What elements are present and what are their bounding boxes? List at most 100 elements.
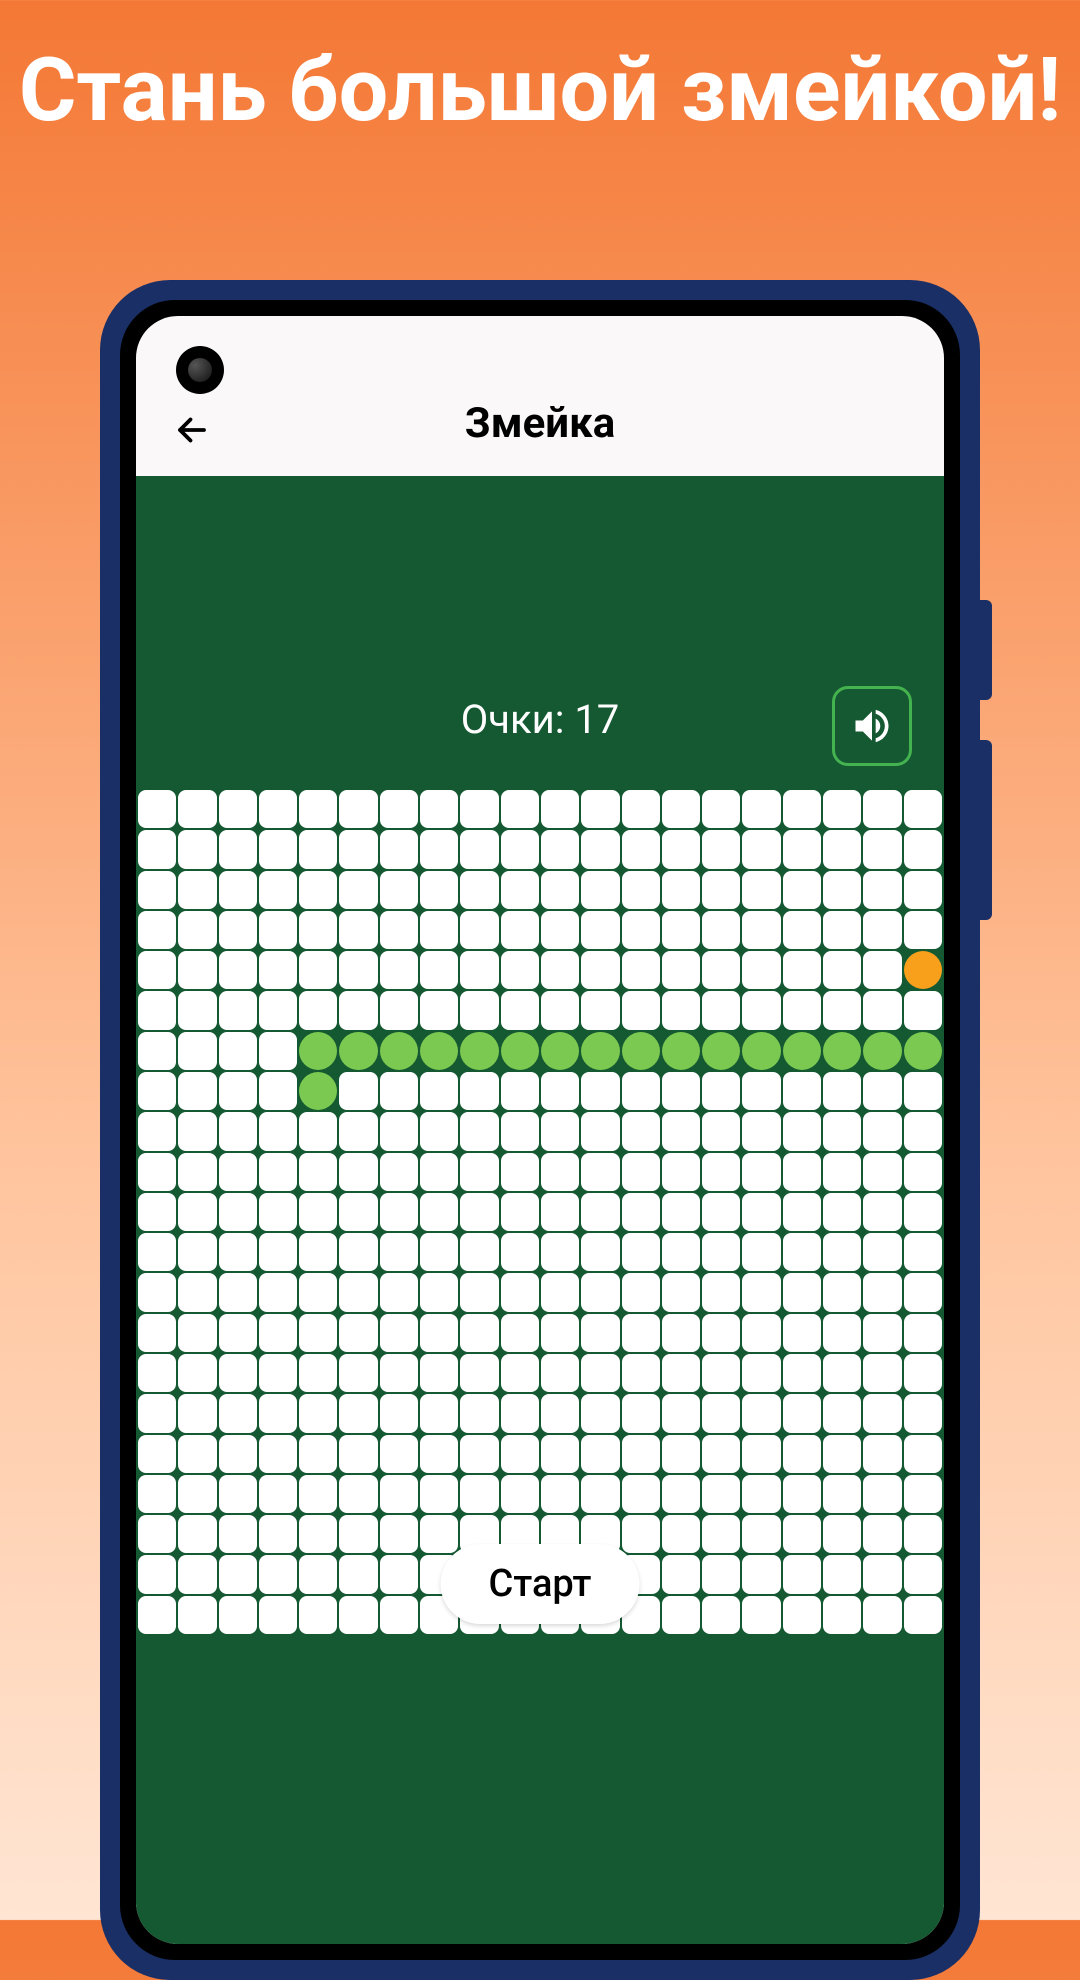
score-value: 17 bbox=[574, 696, 619, 743]
snake-segment bbox=[460, 1032, 498, 1070]
grid-cell bbox=[783, 1072, 821, 1110]
grid-cell bbox=[823, 790, 861, 828]
grid-cell bbox=[460, 951, 498, 989]
game-grid[interactable] bbox=[136, 788, 944, 1636]
grid-cell bbox=[783, 1596, 821, 1634]
grid-cell bbox=[501, 1394, 539, 1432]
grid-cell bbox=[219, 1153, 257, 1191]
back-button[interactable] bbox=[168, 406, 216, 454]
grid-cell bbox=[622, 1435, 660, 1473]
grid-cell bbox=[380, 1314, 418, 1352]
grid-cell bbox=[339, 1233, 377, 1271]
grid-cell bbox=[178, 1596, 216, 1634]
grid-cell bbox=[299, 1112, 337, 1150]
grid-cell bbox=[541, 951, 579, 989]
grid-cell bbox=[380, 1555, 418, 1593]
grid-cell bbox=[178, 911, 216, 949]
grid-cell bbox=[299, 1273, 337, 1311]
snake-segment bbox=[742, 1032, 780, 1070]
grid-cell bbox=[219, 790, 257, 828]
grid-cell bbox=[299, 1515, 337, 1553]
grid-cell bbox=[823, 871, 861, 909]
grid-cell bbox=[823, 991, 861, 1029]
grid-cell bbox=[178, 830, 216, 868]
grid-cell bbox=[299, 1475, 337, 1513]
promo-headline: Стань большой змейкой! bbox=[0, 0, 1080, 171]
grid-cell bbox=[581, 1193, 619, 1231]
grid-cell bbox=[904, 1193, 942, 1231]
grid-cell bbox=[823, 911, 861, 949]
game-area[interactable]: Очки: 17 Старт bbox=[136, 476, 944, 1944]
snake-segment bbox=[702, 1032, 740, 1070]
grid-cell bbox=[178, 871, 216, 909]
grid-cell bbox=[138, 830, 176, 868]
grid-cell bbox=[823, 1354, 861, 1392]
grid-cell bbox=[299, 871, 337, 909]
grid-cell bbox=[662, 790, 700, 828]
grid-cell bbox=[339, 1193, 377, 1231]
grid-cell bbox=[420, 1475, 458, 1513]
grid-cell bbox=[299, 1153, 337, 1191]
grid-cell bbox=[339, 1394, 377, 1432]
sound-toggle-button[interactable] bbox=[832, 686, 912, 766]
grid-cell bbox=[541, 830, 579, 868]
grid-cell bbox=[662, 1273, 700, 1311]
grid-cell bbox=[380, 1596, 418, 1634]
grid-cell bbox=[783, 1515, 821, 1553]
grid-cell bbox=[501, 1072, 539, 1110]
grid-cell bbox=[259, 1112, 297, 1150]
grid-cell bbox=[904, 1596, 942, 1634]
grid-cell bbox=[662, 1515, 700, 1553]
grid-cell bbox=[823, 1233, 861, 1271]
grid-cell bbox=[259, 1475, 297, 1513]
grid-cell bbox=[299, 1596, 337, 1634]
grid-cell bbox=[702, 1314, 740, 1352]
grid-cell bbox=[219, 951, 257, 989]
grid-cell bbox=[863, 871, 901, 909]
grid-cell bbox=[178, 1032, 216, 1070]
grid-cell bbox=[138, 1273, 176, 1311]
grid-cell bbox=[339, 830, 377, 868]
start-button[interactable]: Старт bbox=[441, 1544, 640, 1624]
grid-cell bbox=[783, 951, 821, 989]
grid-cell bbox=[863, 1435, 901, 1473]
food-dot bbox=[904, 951, 942, 989]
grid-cell bbox=[339, 1354, 377, 1392]
grid-cell bbox=[622, 1273, 660, 1311]
grid-cell bbox=[420, 790, 458, 828]
grid-cell bbox=[742, 1153, 780, 1191]
grid-cell bbox=[178, 1475, 216, 1513]
grid-cell bbox=[742, 1435, 780, 1473]
snake-segment bbox=[622, 1032, 660, 1070]
grid-cell bbox=[742, 1072, 780, 1110]
grid-cell bbox=[742, 1515, 780, 1553]
grid-cell bbox=[460, 1354, 498, 1392]
grid-cell bbox=[742, 830, 780, 868]
grid-cell bbox=[138, 1515, 176, 1553]
grid-cell bbox=[259, 911, 297, 949]
grid-cell bbox=[702, 1153, 740, 1191]
grid-cell bbox=[259, 1435, 297, 1473]
grid-cell bbox=[259, 1273, 297, 1311]
grid-cell bbox=[742, 991, 780, 1029]
speaker-icon bbox=[850, 704, 894, 748]
grid-cell bbox=[259, 830, 297, 868]
grid-cell bbox=[581, 991, 619, 1029]
grid-cell bbox=[622, 991, 660, 1029]
grid-cell bbox=[420, 1314, 458, 1352]
grid-cell bbox=[904, 1153, 942, 1191]
grid-cell bbox=[742, 1394, 780, 1432]
grid-cell bbox=[662, 1394, 700, 1432]
grid-cell bbox=[904, 1314, 942, 1352]
grid-cell bbox=[622, 951, 660, 989]
grid-cell bbox=[259, 1354, 297, 1392]
snake-segment bbox=[299, 1072, 337, 1110]
grid-cell bbox=[904, 1515, 942, 1553]
camera-cutout bbox=[176, 346, 224, 394]
grid-cell bbox=[863, 1112, 901, 1150]
grid-cell bbox=[662, 911, 700, 949]
grid-cell bbox=[339, 1555, 377, 1593]
grid-cell bbox=[702, 1555, 740, 1593]
grid-cell bbox=[178, 1193, 216, 1231]
grid-cell bbox=[138, 1435, 176, 1473]
